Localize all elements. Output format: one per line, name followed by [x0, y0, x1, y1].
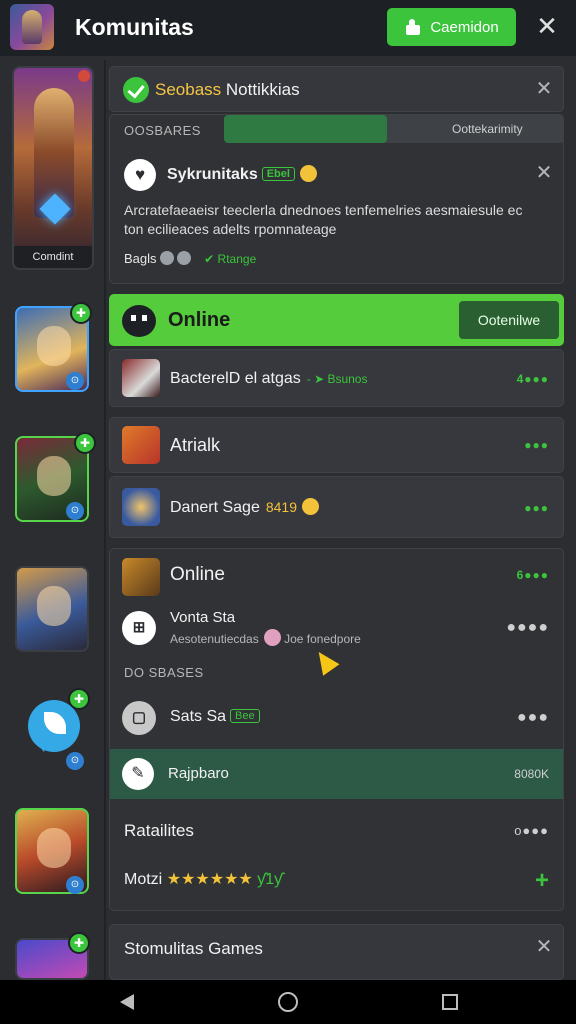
- rating-label: Motzi: [124, 871, 163, 888]
- reply-row[interactable]: ✎ Rajpbaro 8080K: [110, 749, 563, 799]
- sub-badge-icon: ⊙: [66, 752, 84, 770]
- second-tag: Bee: [230, 709, 260, 723]
- sub-badge-icon: ⊙: [66, 876, 84, 894]
- page-title: Komunitas: [75, 14, 194, 40]
- second-name: Sats Sa: [170, 708, 227, 725]
- home-icon[interactable]: [278, 992, 298, 1012]
- section-title: Online: [170, 564, 225, 585]
- flame-icon: [78, 70, 90, 82]
- tag-icon: [176, 251, 191, 265]
- row-title: BacterelD el atgas - ➤ Bsunos: [170, 370, 367, 388]
- tags-label: Bagls: [124, 251, 157, 266]
- online-button[interactable]: Ootenilwe: [459, 301, 559, 339]
- notification-card[interactable]: Seobass Nottikkias ✕: [109, 66, 564, 112]
- create-button[interactable]: Caemidon: [387, 8, 516, 46]
- online-banner: Online Ootenilwe: [109, 294, 564, 346]
- row-count: 4●●●: [516, 372, 549, 386]
- results-dots[interactable]: o●●●: [514, 823, 549, 838]
- member-sub: Aesotenutiecdas Joe fonedpore: [170, 629, 361, 646]
- more-icon[interactable]: ●●●: [524, 438, 549, 452]
- game-icon: [122, 488, 160, 526]
- star-icons: ★★★★★★: [166, 871, 253, 888]
- plus-badge-icon: ✚: [70, 302, 92, 324]
- section-label: DO SBASES: [124, 665, 204, 680]
- bottom-card-title: Stomulitas Games: [124, 939, 263, 958]
- close-icon[interactable]: ✕: [533, 12, 561, 40]
- back-icon[interactable]: [120, 994, 134, 1010]
- tags-row: Bagls ✔ Rtange: [124, 251, 256, 266]
- rail-divider: [104, 60, 106, 980]
- more-icon[interactable]: ●●●: [517, 709, 549, 727]
- sub-badge-icon: ⊙: [66, 372, 84, 390]
- row-title-text: BacterelD el atgas: [170, 370, 301, 387]
- sub-badge-icon: ⊙: [66, 502, 84, 520]
- plus-badge-icon: ✚: [74, 432, 96, 454]
- section-count: 6●●●: [516, 568, 549, 582]
- smile-icon: [299, 165, 317, 182]
- row-title-text: Danert Sage: [170, 499, 260, 516]
- emoji-icon: [263, 629, 281, 646]
- reply-label: Rajpbaro: [168, 765, 229, 782]
- list-item[interactable]: BacterelD el atgas - ➤ Bsunos 4●●●: [109, 349, 564, 407]
- featured-avatar[interactable]: Comdint: [12, 66, 94, 270]
- plus-badge-icon: ✚: [68, 932, 90, 954]
- bottom-card[interactable]: Stomulitas Games ✕: [109, 924, 564, 980]
- create-icon: [404, 19, 422, 35]
- row-accent: - ➤ Bsunos: [306, 372, 368, 386]
- post-body: Arcratefaeaeisr teeclerla dnednoes tenfe…: [124, 202, 523, 237]
- member-name: Vonta Sta: [170, 609, 236, 626]
- post-tag: Ebel: [261, 167, 295, 181]
- recents-icon[interactable]: [442, 994, 458, 1010]
- plus-icon[interactable]: +: [535, 867, 549, 895]
- member-avatar[interactable]: ⊞: [122, 611, 156, 645]
- game-icon: [122, 558, 160, 596]
- group-card: OOSBARES Oottekarimity ♥ Sykrunitaks Ebel…: [109, 114, 564, 284]
- featured-caption: Comdint: [14, 246, 92, 268]
- smile-icon: [302, 498, 319, 515]
- row-accent: 8419: [265, 499, 297, 515]
- rating-row: Motzi ★★★★★★ ƴ1ƴ: [124, 869, 282, 889]
- tags-link[interactable]: ✔ Rtange: [204, 252, 256, 266]
- more-icon[interactable]: ●●●●: [506, 619, 549, 637]
- plus-badge-icon: ✚: [68, 688, 90, 710]
- tag-icon: [159, 251, 174, 265]
- member-subtitle: Aesotenutiecdas: [170, 632, 259, 646]
- row-accent-text: Bsunos: [327, 372, 368, 386]
- row-title: Danert Sage 8419: [170, 498, 319, 517]
- create-button-label: Caemidon: [430, 18, 499, 36]
- close-icon[interactable]: ✕: [534, 163, 554, 183]
- game-icon: [122, 359, 160, 397]
- row-title: Atrialk: [170, 435, 221, 455]
- rating-extra: ƴ1ƴ: [257, 871, 283, 888]
- tags-link-text: Rtange: [217, 252, 257, 266]
- app-logo[interactable]: [10, 4, 54, 50]
- close-icon[interactable]: ✕: [534, 79, 554, 99]
- pen-icon: ✎: [122, 758, 154, 790]
- notification-title: Seobass Nottikkias: [155, 80, 300, 100]
- member-note: Joe fonedpore: [284, 632, 361, 646]
- heart-icon[interactable]: ♥: [124, 159, 156, 191]
- top-bar: Komunitas Caemidon ✕: [0, 0, 576, 56]
- group-label: OOSBARES: [124, 123, 201, 138]
- online-title: Online: [168, 309, 231, 331]
- avatar[interactable]: [15, 566, 89, 652]
- results-title: Ratailites: [124, 821, 194, 840]
- check-icon: [123, 77, 149, 103]
- more-icon[interactable]: ●●●: [524, 501, 549, 515]
- progress-text: Oottekarimity: [452, 122, 523, 136]
- close-icon[interactable]: ✕: [534, 937, 554, 957]
- system-nav-bar: [0, 980, 576, 1024]
- member-name: Sats Sa Bee: [170, 708, 260, 726]
- notification-text: Nottikkias: [225, 80, 300, 99]
- list-item[interactable]: Danert Sage 8419 ●●●: [109, 476, 564, 538]
- game-icon: [122, 426, 160, 464]
- notification-prefix: Seobass: [155, 80, 222, 99]
- post-name: Sykrunitaks: [167, 166, 258, 183]
- list-item[interactable]: Atrialk ●●●: [109, 417, 564, 473]
- ghost-icon: [122, 305, 156, 337]
- reply-count: 8080K: [514, 767, 549, 781]
- member-avatar[interactable]: ▢: [122, 701, 156, 735]
- online-section: Online 6●●● ⊞ Vonta Sta Aesotenutiecdas …: [109, 548, 564, 911]
- post-title: Sykrunitaks Ebel: [167, 165, 317, 184]
